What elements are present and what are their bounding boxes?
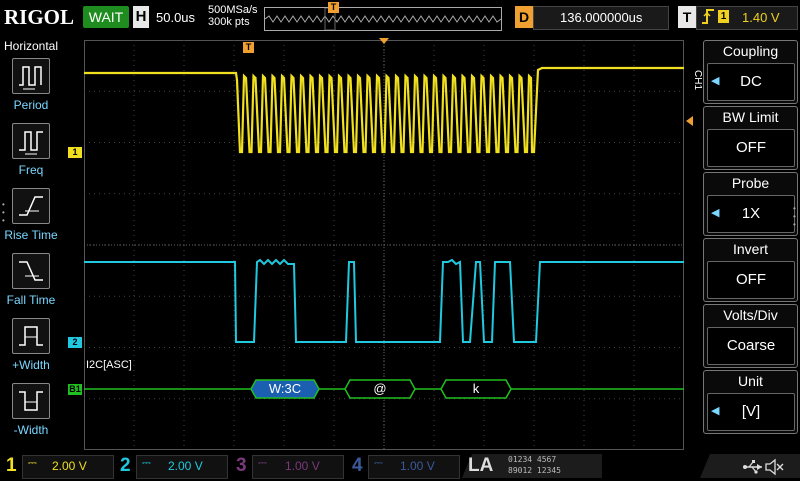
menu-value-box[interactable]: ◀ [V] <box>707 393 795 431</box>
bw-limit-menu-item[interactable]: BW Limit OFF <box>703 106 798 170</box>
timebase-value[interactable]: 50.0us <box>156 10 195 25</box>
speaker-muted-icon[interactable] <box>764 458 784 476</box>
delay-value[interactable]: 136.000000us <box>560 10 642 25</box>
trigger-level-value[interactable]: 1.40 V <box>742 10 780 25</box>
fall-time-label: Fall Time <box>6 293 56 307</box>
decode-frame-data: @ <box>344 379 416 399</box>
volts-div-menu-item[interactable]: Volts/Div Coarse <box>703 304 798 368</box>
acquisition-info: 500MSa/s 300k pts <box>208 4 258 28</box>
menu-item-value: DC <box>740 73 762 90</box>
rigol-logo: RIGOL <box>4 5 75 29</box>
dc-coupling-icon: ⎓ <box>374 457 383 469</box>
measure-period-button[interactable]: Period <box>0 54 62 114</box>
ch3-number[interactable]: 3 <box>236 455 247 477</box>
dc-coupling-icon: ⎓ <box>142 457 151 469</box>
measure-rise-time-button[interactable]: Rise Time <box>0 184 62 244</box>
menu-item-title: Unit <box>738 373 763 389</box>
top-status-bar: RIGOL WAIT H 50.0us 500MSa/s 300k pts T … <box>0 0 800 36</box>
plus-width-icon <box>12 318 50 354</box>
menu-item-title: Volts/Div <box>723 307 778 323</box>
center-pointer-icon <box>379 38 389 44</box>
channel-menu: Coupling ◀ DC BW Limit OFF Probe ◀ 1X In… <box>703 40 800 450</box>
fall-time-icon <box>12 253 50 289</box>
ch2-scale: 2.00 V <box>168 459 203 473</box>
sample-rate: 500MSa/s <box>208 4 258 16</box>
trigger-level-pointer-icon[interactable] <box>686 116 693 126</box>
menu-item-title: Probe <box>731 175 770 191</box>
trigger-source-badge: 1 <box>718 10 729 23</box>
freq-label: Freq <box>18 163 44 177</box>
ch2-number[interactable]: 2 <box>120 455 131 477</box>
measure-fall-time-button[interactable]: Fall Time <box>0 249 62 309</box>
coupling-menu-item[interactable]: Coupling ◀ DC <box>703 40 798 104</box>
trigger-label[interactable]: T <box>678 6 696 28</box>
dc-coupling-icon: ⎓ <box>258 457 267 469</box>
ch4-number[interactable]: 4 <box>352 455 363 477</box>
trigger-time-marker[interactable]: T <box>243 42 254 53</box>
menu-item-value: OFF <box>736 139 766 156</box>
menu-item-title: Invert <box>732 241 768 257</box>
measure-minus-width-button[interactable]: -Width <box>0 379 62 439</box>
la-row-1: 01234 4567 <box>508 455 557 464</box>
measure-plus-width-button[interactable]: +Width <box>0 314 62 374</box>
ch4-scale: 1.00 V <box>400 459 435 473</box>
plus-width-label: +Width <box>12 358 50 372</box>
unit-menu-item[interactable]: Unit ◀ [V] <box>703 370 798 434</box>
rise-time-icon <box>12 188 50 224</box>
period-icon <box>12 58 50 94</box>
decode-frame-text: @ <box>373 381 387 396</box>
menu-value-box[interactable]: OFF <box>707 261 795 299</box>
ch3-scale: 1.00 V <box>285 459 320 473</box>
usb-icon <box>742 458 764 476</box>
menu-value-box[interactable]: OFF <box>707 129 795 167</box>
decode-label: I2C[ASC] <box>86 359 132 371</box>
memory-depth: 300k pts <box>208 16 250 28</box>
menu-item-value: 1X <box>741 205 761 222</box>
memory-waveform-icon <box>264 7 502 31</box>
la-row-2: 89012 12345 <box>508 466 561 475</box>
menu-value-box[interactable]: ◀ 1X <box>707 195 795 233</box>
minus-width-label: -Width <box>13 423 49 437</box>
trigger-position-marker: T <box>328 2 339 13</box>
horizontal-measure-panel: Horizontal Period Freq • • • Rise Time Fal… <box>0 36 62 450</box>
bus-marker[interactable]: B1 <box>68 384 82 395</box>
decode-frame-text: W:3C <box>268 381 302 396</box>
ch1-scale: 2.00 V <box>52 459 87 473</box>
menu-item-value: OFF <box>736 271 766 288</box>
run-status-badge[interactable]: WAIT <box>83 6 129 28</box>
delay-label[interactable]: D <box>515 6 533 28</box>
decode-frame-address: W:3C <box>250 379 320 399</box>
freq-icon <box>12 123 50 159</box>
minus-width-icon <box>12 383 50 419</box>
menu-value-box[interactable]: ◀ DC <box>707 63 795 101</box>
la-label[interactable]: LA <box>468 455 493 477</box>
panel-title: Horizontal <box>3 39 59 53</box>
ch1-number[interactable]: 1 <box>6 455 17 477</box>
rising-edge-icon <box>701 8 715 29</box>
rise-time-label: Rise Time <box>4 228 58 242</box>
ch1-ground-marker[interactable]: 1 <box>68 147 82 158</box>
la-channel-map: 01234 4567 89012 12345 <box>508 454 561 476</box>
active-channel-tag: CH1 <box>692 70 703 91</box>
menu-value-box[interactable]: Coarse <box>707 327 795 365</box>
memory-overview-bar <box>264 7 502 31</box>
menu-item-value: [V] <box>741 403 761 420</box>
menu-item-title: BW Limit <box>722 109 779 125</box>
measure-freq-button[interactable]: Freq <box>0 119 62 179</box>
horizontal-label[interactable]: H <box>133 6 149 28</box>
dc-coupling-icon: ⎓ <box>28 457 37 469</box>
decode-frame-data: k <box>440 379 512 399</box>
menu-item-title: Coupling <box>722 43 779 59</box>
menu-item-value: Coarse <box>726 337 776 354</box>
menu-scroll-dots: • • • <box>793 204 796 229</box>
probe-menu-item[interactable]: Probe ◀ 1X <box>703 172 798 236</box>
invert-menu-item[interactable]: Invert OFF <box>703 238 798 302</box>
period-label: Period <box>13 98 49 112</box>
ch2-ground-marker[interactable]: 2 <box>68 337 82 348</box>
channel-status-bar: 1 ⎓ 2.00 V 2 ⎓ 2.00 V 3 ⎓ 1.00 V 4 ⎓ 1.0… <box>0 452 800 480</box>
decode-frame-text: k <box>472 381 480 396</box>
